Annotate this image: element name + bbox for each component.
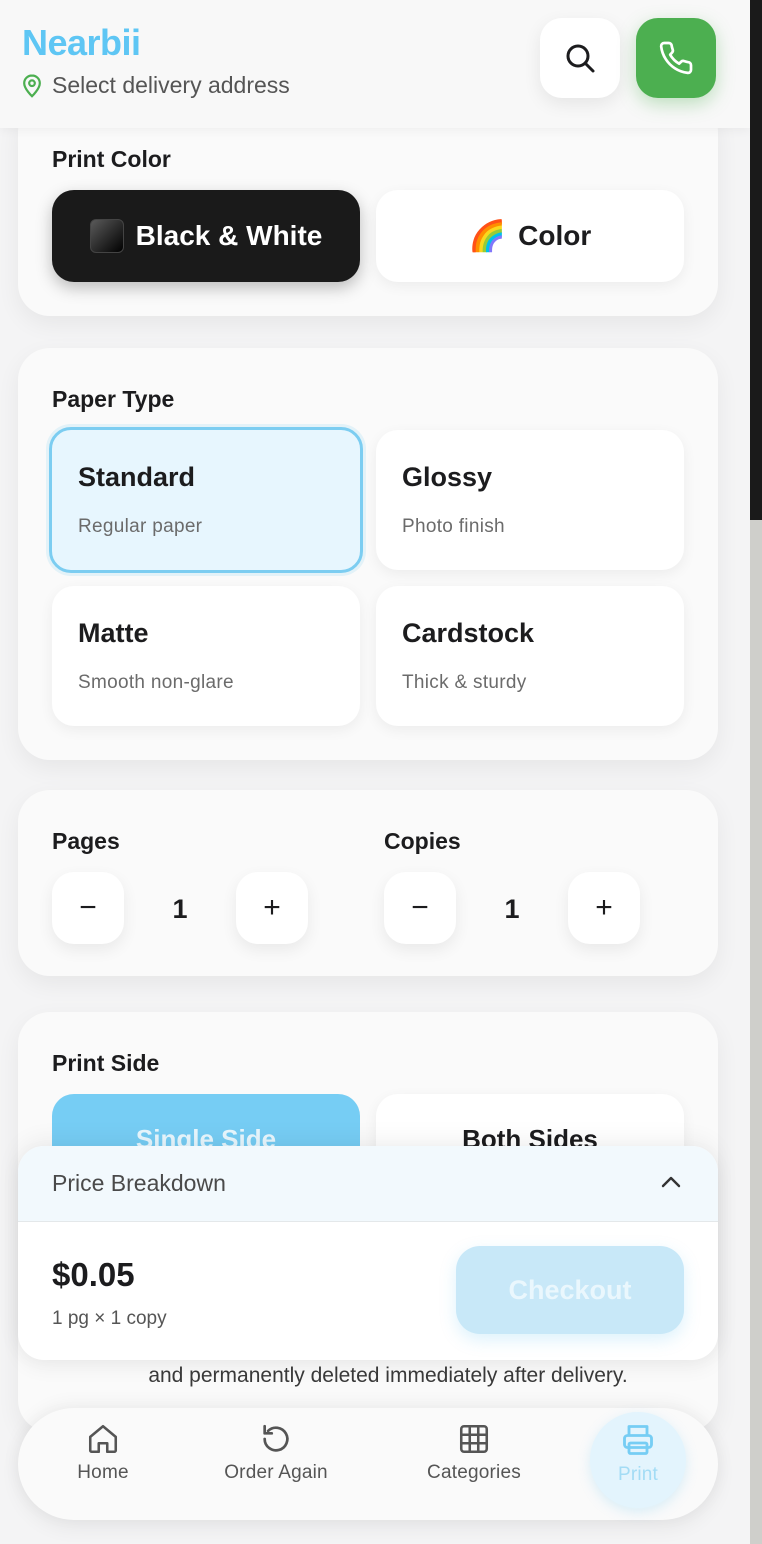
search-button[interactable]	[540, 18, 620, 98]
price-breakdown-toggle[interactable]: Price Breakdown	[18, 1146, 718, 1222]
phone-icon	[659, 41, 693, 75]
paper-option-desc: Smooth non-glare	[78, 672, 234, 693]
chevron-up-icon	[661, 1176, 681, 1188]
color-option-label: Color	[518, 220, 592, 251]
nav-label: Print	[617, 1464, 659, 1485]
print-color-card: Print Color Black & White 🌈 Color	[18, 100, 718, 316]
paper-option-desc: Thick & sturdy	[402, 672, 527, 693]
paper-option-name: Glossy	[402, 462, 493, 492]
print-color-title: Print Color	[52, 146, 171, 172]
map-pin-icon	[23, 73, 41, 98]
nav-item-categories[interactable]: Categories	[399, 1422, 549, 1484]
nav-item-home[interactable]: Home	[28, 1422, 178, 1484]
black-square-icon	[89, 219, 124, 253]
paper-type-card: Paper Type Standard Regular paper Glossy…	[18, 348, 718, 760]
quantity-card: Pages Copies − 1 + − 1 +	[18, 790, 718, 976]
price-breakdown-panel: Price Breakdown $0.05 1 pg × 1 copy Chec…	[18, 1146, 718, 1360]
checkout-button[interactable]: Checkout	[456, 1246, 684, 1334]
app-screen: Nearbii Select delivery address Print Co…	[0, 0, 750, 1544]
paper-option-matte[interactable]: Matte Smooth non-glare	[52, 586, 360, 726]
color-option-black-white[interactable]: Black & White	[52, 190, 360, 282]
paper-type-title: Paper Type	[52, 386, 175, 412]
copies-label: Copies	[384, 828, 461, 854]
call-button[interactable]	[636, 18, 716, 98]
scrollbar-thumb[interactable]	[750, 520, 762, 1544]
paper-option-name: Standard	[78, 462, 196, 492]
paper-option-name: Matte	[78, 618, 149, 648]
printer-icon	[623, 1425, 653, 1455]
price-breakdown-title: Price Breakdown	[52, 1170, 226, 1196]
app-header: Nearbii Select delivery address	[0, 0, 750, 128]
paper-option-standard[interactable]: Standard Regular paper	[49, 427, 363, 573]
paper-option-cardstock[interactable]: Cardstock Thick & sturdy	[376, 586, 684, 726]
copies-value: 1	[504, 894, 520, 924]
pages-decrement-button[interactable]: −	[52, 872, 124, 944]
copies-increment-button[interactable]: +	[568, 872, 640, 944]
nav-label: Order Again	[224, 1462, 328, 1483]
price-summary: 1 pg × 1 copy	[52, 1308, 167, 1329]
pages-label: Pages	[52, 828, 120, 854]
color-option-label: Black & White	[135, 220, 323, 251]
delivery-address-label: Select delivery address	[52, 72, 290, 98]
brand-logo[interactable]: Nearbii	[22, 22, 141, 64]
total-price: $0.05	[52, 1256, 135, 1293]
pages-increment-button[interactable]: +	[236, 872, 308, 944]
color-option-color[interactable]: 🌈 Color	[376, 190, 684, 282]
nav-label: Home	[77, 1462, 129, 1483]
nav-item-print[interactable]: Print	[563, 1422, 713, 1486]
print-side-title: Print Side	[52, 1050, 160, 1076]
copies-decrement-button[interactable]: −	[384, 872, 456, 944]
paper-option-desc: Regular paper	[78, 516, 203, 537]
refresh-icon	[263, 1424, 289, 1452]
pages-value: 1	[172, 894, 188, 924]
bottom-nav: Home Order Again Categories Print	[18, 1408, 718, 1520]
paper-option-glossy[interactable]: Glossy Photo finish	[376, 430, 684, 570]
privacy-notice-text: and permanently deleted immediately afte…	[148, 1364, 628, 1387]
rainbow-icon: 🌈	[468, 219, 507, 253]
paper-option-name: Cardstock	[402, 618, 535, 648]
delivery-address-selector[interactable]: Select delivery address	[22, 72, 290, 99]
home-icon	[88, 1424, 118, 1454]
paper-option-desc: Photo finish	[402, 516, 505, 537]
nav-label: Categories	[427, 1462, 521, 1483]
nav-item-order-again[interactable]: Order Again	[201, 1422, 351, 1484]
grid-icon	[459, 1424, 489, 1454]
search-icon	[566, 44, 595, 73]
